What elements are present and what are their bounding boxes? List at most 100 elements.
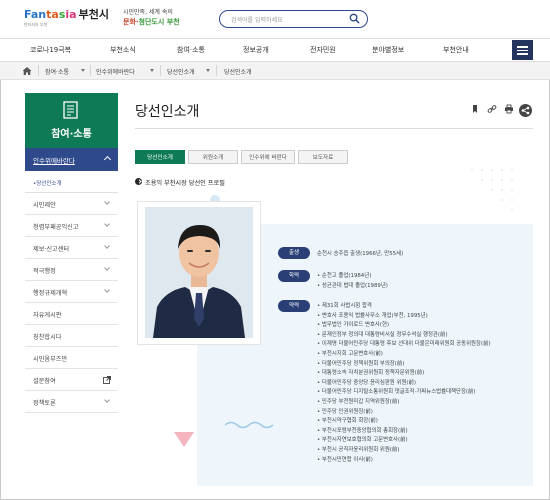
tab-suggestion[interactable]: 인수위에 바란다: [241, 150, 295, 164]
sidebar-item-debate[interactable]: 정책토론: [25, 391, 118, 413]
external-link-icon: [103, 376, 111, 384]
sidebar-item-integrity[interactable]: 청렴부패공익신고: [25, 215, 118, 237]
sidebar-item-active-admin[interactable]: 적극행정: [25, 259, 118, 281]
sidebar-item-label: 행정규제개혁: [33, 290, 68, 297]
chevron-down-icon: [104, 397, 110, 403]
list-item: • 더불어민주당 정책위원회 부의장(前): [317, 359, 404, 367]
list-item: • 부천시민연합 이사(前): [317, 455, 373, 463]
sidebar-subitem-label: •당선인소개: [33, 181, 62, 187]
list-item-text: 더불어민주당 디지털소통위원회 댓글조작·가짜뉴스법률대책단장(前): [321, 389, 476, 396]
crumb-divider: [38, 65, 39, 76]
gnb-disclosure[interactable]: 정보공개: [243, 45, 269, 55]
list-item-text: 민주당 부천원미갑 지역위원장(前): [321, 399, 400, 405]
sidebar-item-transition[interactable]: 인수위에바란다: [25, 148, 118, 171]
bookmark-icon[interactable]: [470, 104, 480, 114]
sidebar-item-label: 적극행정: [33, 268, 56, 275]
gnb-news[interactable]: 부천소식: [110, 45, 136, 55]
list-item-text: 부천시 공직자윤리위원회 위원(前): [321, 447, 400, 453]
list-item-text: 문재인정부 정의대 대통령비서실 정무수석실 행정관(前): [321, 331, 448, 338]
sidebar-item-proposal[interactable]: 시민제안: [25, 193, 118, 215]
logo-city: 부천시: [78, 8, 109, 21]
print-icon[interactable]: [504, 104, 514, 114]
list-item-text: 제31회 사법시험 합격: [321, 303, 372, 309]
education-badge: 학력: [278, 270, 310, 282]
list-item: • 더불어민주당 중앙당 윤리심판원 위원(前): [317, 378, 416, 386]
gnb-guide[interactable]: 부천안내: [443, 45, 469, 55]
search-box[interactable]: 검색어를 입력하세요: [219, 10, 368, 28]
list-item-text: 법무법인 가이로드 변호사(현): [321, 322, 390, 329]
list-item-text: 변호사 조용익 법률사무소 개업(부천, 1995년): [321, 312, 428, 319]
decorative-triangle: [174, 432, 194, 447]
sidebar-item-label: 설문참여: [33, 378, 56, 385]
link-icon[interactable]: [487, 104, 497, 114]
decorative-wave: [225, 421, 274, 429]
chevron-down-icon[interactable]: [206, 69, 210, 72]
list-item: • 부천시지회 고문변호사(前): [317, 349, 383, 357]
list-item-text: 더불어민주당 정책위원회 부의장(前): [321, 360, 405, 367]
sidebar-item-label: 시민옴부즈만: [33, 356, 68, 363]
crumb-participation[interactable]: 참여·소통: [45, 67, 69, 76]
sidebar-header: 참여·소통: [25, 93, 118, 148]
list-item-text: 대통령소속 자치분권위원회 정책자문위원(前): [321, 370, 425, 377]
list-item: • 대통령소속 자치분권위원회 정책자문위원(前): [317, 368, 424, 376]
chevron-down-icon[interactable]: [81, 69, 85, 72]
crumb-transition[interactable]: 인수위에바란다: [96, 67, 135, 76]
sidebar-item-board[interactable]: 자유게시판: [25, 303, 118, 325]
sidebar-item-label: 청렴부패공익신고: [33, 224, 79, 231]
logo-sub: 판타지아 부천: [24, 22, 48, 27]
list-item: • 부천시약구협회 회장(前): [317, 416, 378, 424]
chevron-right-icon: [135, 178, 142, 185]
gnb-fields[interactable]: 분야별정보: [372, 45, 404, 55]
sidebar-item-survey[interactable]: 설문참여: [25, 369, 118, 391]
site-logo[interactable]: Fantasia 부천시 판타지아 부천: [24, 8, 109, 27]
tab-press[interactable]: 보도자료: [298, 150, 348, 164]
sidebar-title: 참여·소통: [51, 129, 92, 140]
list-item-text: 순천고 졸업(1984년): [321, 273, 372, 279]
title-divider: [135, 128, 533, 129]
sidebar-item-regulation[interactable]: 행정규제개혁: [25, 281, 118, 303]
list-item-text: 더불어민주당 중앙당 윤리심판원 위원(前): [321, 379, 416, 386]
list-item-text: 민주당 인권위원장(前): [321, 408, 373, 415]
sidebar-subitem-intro[interactable]: •당선인소개: [25, 171, 118, 193]
birth-badge: 출생: [278, 247, 310, 259]
birth-text: 순천시 승주읍 출생(1966년, 만55세): [317, 251, 404, 257]
list-item-text: 부천시지회 고문변호사(前): [321, 351, 383, 357]
slogan-line2: 문화·첨단도시 부천: [123, 18, 180, 26]
list-item-text: 부천시자연보호협의회 고문변호사(前): [321, 437, 408, 444]
chevron-down-icon: [104, 265, 110, 271]
list-item-text: 성균관대 법대 졸업(1989년): [321, 282, 388, 289]
gnb-participation[interactable]: 참여·소통: [177, 45, 205, 55]
site-header: Fantasia 부천시 판타지아 부천 시민만족, 세계 속의 문화·첨단도시…: [0, 0, 550, 38]
chevron-down-icon: [104, 221, 110, 227]
gnb-covid[interactable]: 코로나19극복: [30, 45, 71, 55]
home-icon[interactable]: [22, 66, 32, 76]
profile-photo: [145, 207, 253, 338]
crumb-intro[interactable]: 당선인소개: [167, 67, 195, 76]
list-item: • 성균관대 법대 졸업(1989년): [317, 281, 388, 289]
sidebar-item-praise[interactable]: 칭찬합시다: [25, 325, 118, 347]
search-input[interactable]: 검색어를 입력하세요: [231, 15, 283, 24]
sidebar-item-report[interactable]: 제보·신고센터: [25, 237, 118, 259]
list-item: • 법무법인 가이로드 변호사(현): [317, 320, 389, 328]
hamburger-bar: [517, 49, 528, 51]
hamburger-bar: [517, 53, 528, 55]
gnb-civil[interactable]: 전자민원: [310, 45, 336, 55]
list-item-text: 부천시포럼부천중앙협의회 총회장(前): [321, 427, 408, 434]
main-navigation: 코로나19극복 부천소식 참여·소통 정보공개 전자민원 분야별정보 부천안내: [0, 38, 550, 62]
tab-members[interactable]: 위원소개: [188, 150, 238, 164]
search-icon[interactable]: [349, 13, 360, 24]
share-icon[interactable]: [519, 104, 532, 117]
sidebar-item-ombudsman[interactable]: 시민옴부즈만: [25, 347, 118, 369]
list-item: • 부천시 공직자윤리위원회 위원(前): [317, 445, 399, 453]
sidebar-item-label: 제보·신고센터: [33, 246, 70, 253]
list-item: • 문재인정부 정의대 대통령비서실 정무수석실 행정관(前): [317, 330, 447, 338]
chevron-down-icon[interactable]: [150, 69, 154, 72]
crumb-divider: [216, 65, 217, 76]
section-title: 조용익 부천시장 당선인 프로필: [145, 180, 225, 187]
breadcrumb: 참여·소통 인수위에바란다 당선인소개 당선인소개: [0, 62, 550, 80]
tab-intro[interactable]: 당선인소개: [135, 150, 185, 164]
list-item-text: 부천시약구협회 회장(前): [321, 418, 378, 425]
all-menu-button[interactable]: [512, 40, 533, 60]
list-item-text: 부천시민연합 이사(前): [321, 456, 373, 463]
document-icon: [63, 101, 78, 119]
